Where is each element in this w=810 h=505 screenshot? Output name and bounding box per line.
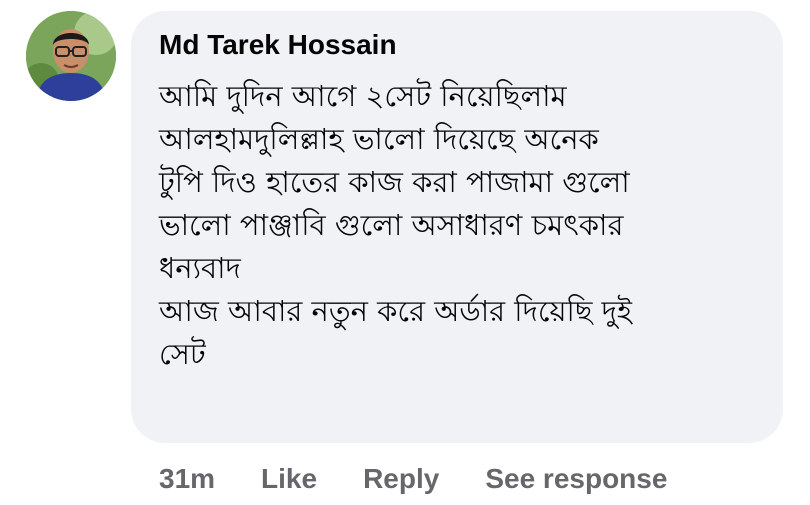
- comment-text: আমি দুদিন আগে ২সেট নিয়েছিলাম আলহামদুলিল…: [159, 75, 769, 376]
- user-profile-photo-icon: [26, 11, 116, 101]
- comment-bubble: Md Tarek Hossain আমি দুদিন আগে ২সেট নিয়…: [131, 11, 783, 443]
- comment-timestamp[interactable]: 31m: [159, 463, 215, 495]
- comment-line: ভালো পাঞ্জাবি গুলো অসাধারণ চমৎকার: [159, 208, 624, 242]
- comment-line: আজ আবার নতুন করে অর্ডার দিয়েছি দুই: [159, 294, 632, 328]
- comment-line: সেট: [159, 337, 206, 371]
- comment-line: ধন্যবাদ: [159, 251, 241, 285]
- comment-author[interactable]: Md Tarek Hossain: [159, 29, 397, 61]
- avatar[interactable]: [26, 11, 116, 101]
- comment-line: আলহামদুলিল্লাহ ভালো দিয়েছে অনেক: [159, 122, 599, 156]
- like-button[interactable]: Like: [261, 463, 317, 495]
- comment-actions: 31m Like Reply See response: [159, 459, 667, 499]
- comment-line: টুপি দিও হাতের কাজ করা পাজামা গুলো: [159, 165, 630, 199]
- comment-line: আমি দুদিন আগে ২সেট নিয়েছিলাম: [159, 79, 567, 113]
- see-response-button[interactable]: See response: [485, 463, 667, 495]
- reply-button[interactable]: Reply: [363, 463, 439, 495]
